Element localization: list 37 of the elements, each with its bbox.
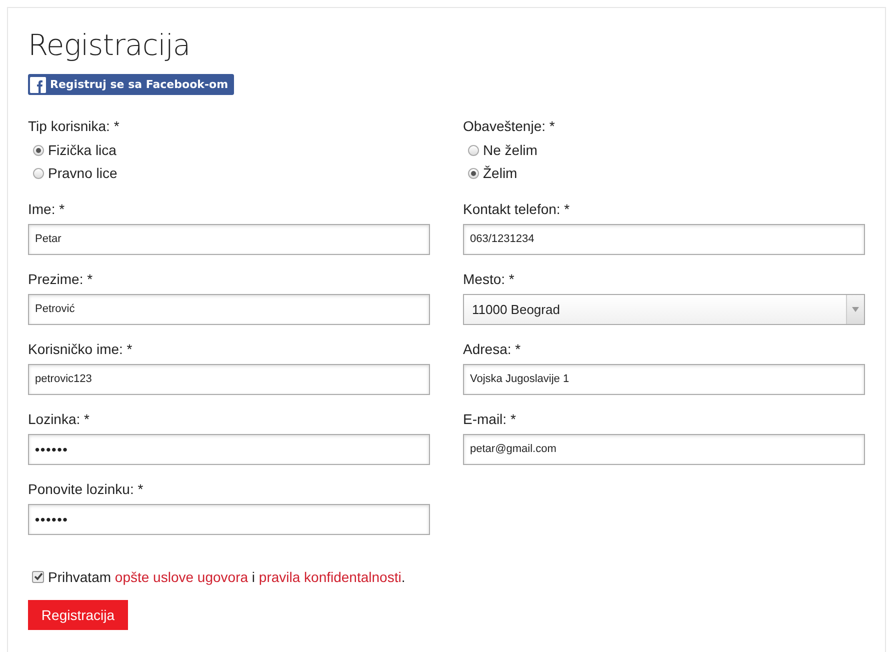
city-dropdown[interactable]: 11000 Beograd	[463, 294, 865, 324]
radio-group-label: Tip korisnika: *	[28, 118, 120, 134]
field-label: E-mail: *	[463, 410, 517, 428]
radio-button[interactable]	[468, 168, 479, 178]
input-field[interactable]: petrovic123	[28, 364, 430, 394]
radio-button[interactable]	[33, 168, 44, 178]
terms-link[interactable]: pravila konfidentalnosti	[258, 568, 402, 584]
caret-icon	[852, 306, 859, 312]
field-label: Ponovite lozinku: *	[28, 480, 144, 498]
input-field[interactable]: Vojska Jugoslavije 1	[463, 364, 865, 394]
radio-group-label: Obaveštenje: *	[463, 118, 555, 134]
field-label: Prezime: *	[28, 270, 94, 288]
radio-label[interactable]: Ne želim	[483, 142, 538, 158]
radio-button[interactable]	[468, 144, 479, 156]
radio-label[interactable]: Fizička lica	[48, 142, 116, 158]
terms-link[interactable]: opšte uslove ugovora	[114, 568, 248, 584]
input-field[interactable]: 063/1231234	[463, 224, 865, 254]
register-button[interactable]: Registracija	[28, 600, 128, 630]
field-label: Kontakt telefon: *	[463, 200, 571, 218]
page-title: Registracija	[28, 28, 190, 62]
agreement-text: Prihvatam opšte uslove ugovora i pravila konfidentalnosti.	[48, 568, 406, 584]
input-field[interactable]: Petrović	[28, 294, 430, 324]
radio-label[interactable]: Pravno lice	[48, 164, 118, 182]
input-field[interactable]: Petar	[28, 224, 430, 254]
facebook-logo	[30, 76, 46, 92]
field-label: Ime: *	[28, 200, 66, 218]
checkbox[interactable]	[32, 570, 44, 582]
facebook-button[interactable]: Registruj se sa Facebook-om	[28, 74, 234, 95]
password-field[interactable]: ••••••	[28, 434, 430, 464]
field-label: Korisničko ime: *	[28, 340, 134, 358]
radio-label[interactable]: Želim	[483, 164, 518, 182]
input-field[interactable]: petar@gmail.com	[463, 434, 865, 464]
field-label: Lozinka: *	[28, 410, 90, 428]
radio-button[interactable]	[33, 144, 44, 156]
field-label: Mesto: *	[463, 270, 516, 288]
field-label: Adresa: *	[463, 340, 522, 358]
password-field[interactable]: ••••••	[28, 504, 430, 534]
